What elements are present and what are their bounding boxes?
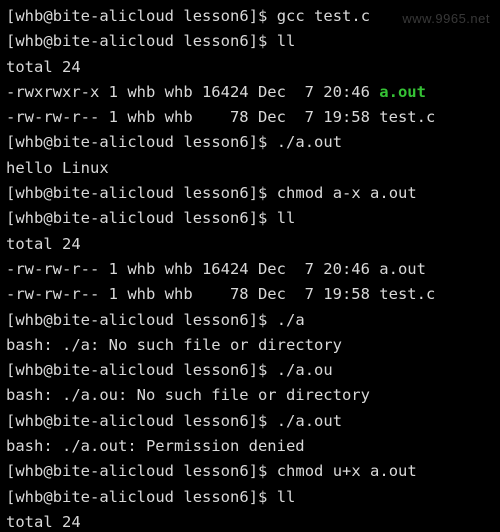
ls-row: -rw-rw-r-- 1 whb whb 78 Dec 7 19:58 test… bbox=[6, 282, 494, 307]
prompt-line[interactable]: [whb@bite-alicloud lesson6]$ ll bbox=[6, 485, 494, 510]
prompt-line[interactable]: [whb@bite-alicloud lesson6]$ chmod a-x a… bbox=[6, 181, 494, 206]
ls-row: -rw-rw-r-- 1 whb whb 16424 Dec 7 20:46 a… bbox=[6, 257, 494, 282]
command-text: chmod u+x a.out bbox=[277, 462, 417, 480]
command-text: ./a.out bbox=[277, 412, 342, 430]
ls-row: -rw-rw-r-- 1 whb whb 78 Dec 7 19:58 test… bbox=[6, 105, 494, 130]
file-name: test.c bbox=[379, 108, 435, 126]
prompt-line[interactable]: [whb@bite-alicloud lesson6]$ ./a.out bbox=[6, 130, 494, 155]
file-name: a.out bbox=[379, 260, 426, 278]
command-text: chmod a-x a.out bbox=[277, 184, 417, 202]
output-line: total 24 bbox=[6, 55, 494, 80]
command-text: gcc test.c bbox=[277, 7, 370, 25]
command-text: ./a.out bbox=[277, 133, 342, 151]
output-line: bash: ./a.ou: No such file or directory bbox=[6, 383, 494, 408]
output-line: total 24 bbox=[6, 232, 494, 257]
ls-row: -rwxrwxr-x 1 whb whb 16424 Dec 7 20:46 a… bbox=[6, 80, 494, 105]
output-line: bash: ./a.out: Permission denied bbox=[6, 434, 494, 459]
prompt-line[interactable]: [whb@bite-alicloud lesson6]$ chmod u+x a… bbox=[6, 459, 494, 484]
prompt-line[interactable]: [whb@bite-alicloud lesson6]$ ./a bbox=[6, 308, 494, 333]
file-name: a.out bbox=[379, 83, 426, 101]
terminal-output: [whb@bite-alicloud lesson6]$ gcc test.c[… bbox=[0, 0, 500, 532]
watermark-top: www.9965.net bbox=[402, 6, 490, 31]
output-line: total 24 bbox=[6, 510, 494, 532]
command-text: ll bbox=[277, 209, 296, 227]
command-text: ./a bbox=[277, 311, 305, 329]
output-line: bash: ./a: No such file or directory bbox=[6, 333, 494, 358]
command-text: ./a.ou bbox=[277, 361, 333, 379]
prompt-line[interactable]: [whb@bite-alicloud lesson6]$ ll bbox=[6, 29, 494, 54]
prompt-line[interactable]: [whb@bite-alicloud lesson6]$ ./a.out bbox=[6, 409, 494, 434]
command-text: ll bbox=[277, 488, 296, 506]
prompt-line[interactable]: [whb@bite-alicloud lesson6]$ ./a.ou bbox=[6, 358, 494, 383]
file-name: test.c bbox=[379, 285, 435, 303]
prompt-line[interactable]: [whb@bite-alicloud lesson6]$ ll bbox=[6, 206, 494, 231]
output-line: hello Linux bbox=[6, 156, 494, 181]
command-text: ll bbox=[277, 32, 296, 50]
